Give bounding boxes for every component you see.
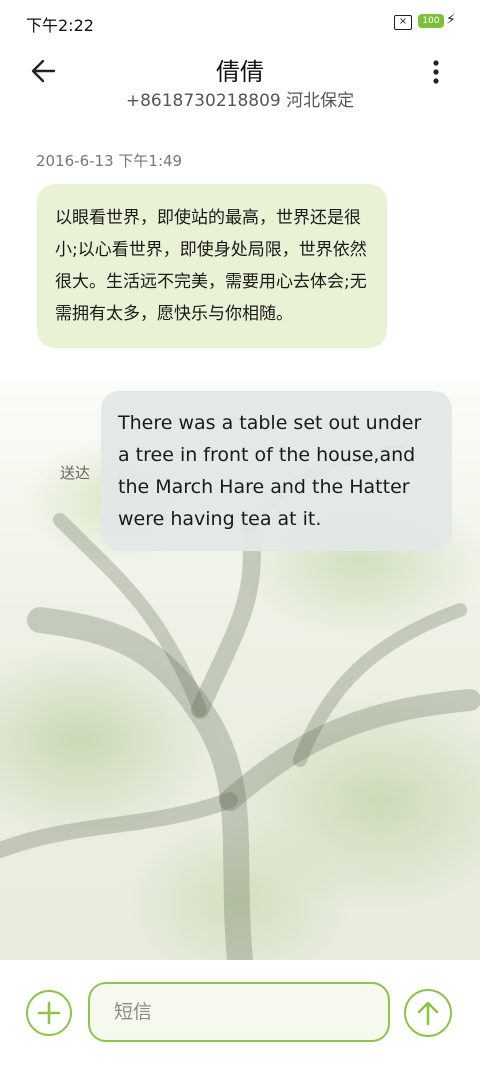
send-arrow-icon [417, 1001, 439, 1026]
battery-icon: 100 [418, 14, 444, 28]
send-button[interactable] [404, 989, 452, 1037]
status-time: 下午2:22 [26, 16, 94, 35]
add-attachment-button[interactable] [26, 990, 72, 1036]
more-vert-icon [433, 60, 439, 84]
contact-name[interactable]: 倩倩 [0, 52, 480, 87]
outgoing-message-bubble[interactable]: There was a table set out under a tree i… [101, 391, 452, 551]
message-timestamp: 2016-6-13 下午1:49 [36, 152, 183, 170]
composer-bar: 短信 [0, 960, 480, 1066]
sim-icon: × [394, 15, 412, 30]
status-bar: 下午2:22 × 100 ⚡ [0, 0, 480, 44]
incoming-message-bubble[interactable]: 以眼看世界，即使站的最高，世界还是很小;以心看世界，即使身处局限，世界依然很大。… [37, 184, 387, 348]
charging-icon: ⚡ [446, 12, 456, 28]
plus-icon [37, 1001, 61, 1025]
message-input[interactable]: 短信 [88, 982, 390, 1042]
conversation-header: 倩倩 +8618730218809 河北保定 [0, 44, 480, 120]
contact-number: +8618730218809 河北保定 [125, 91, 355, 111]
more-options-button[interactable] [424, 58, 448, 86]
delivery-status: 送达 [60, 464, 91, 482]
